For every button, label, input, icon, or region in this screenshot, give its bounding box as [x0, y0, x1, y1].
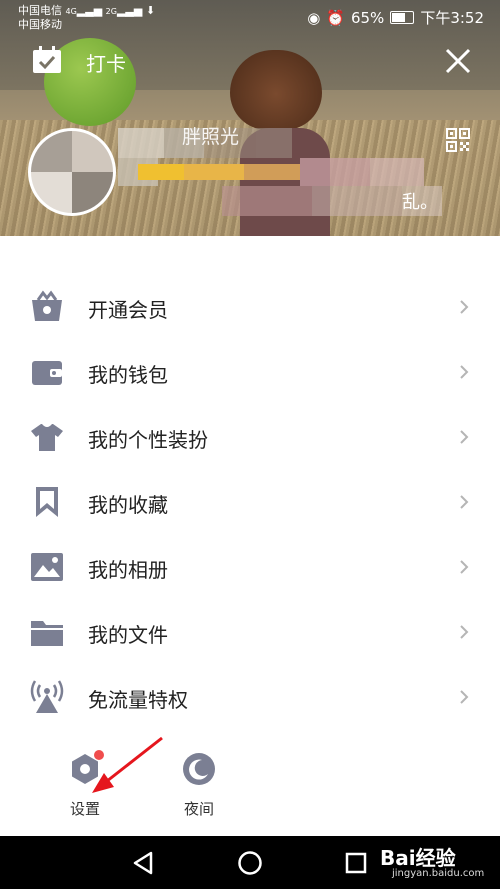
battery-icon [390, 11, 415, 24]
menu-item-wallet[interactable]: 我的钱包 [0, 341, 500, 401]
profile-header: 中国电信 4G▂▃▅ 2G▂▃▅ ⬇ 中国移动 ◉ ⏰ 65% 下午3:52 打… [0, 0, 500, 236]
tshirt-icon [31, 424, 63, 451]
close-icon[interactable] [444, 47, 472, 75]
signature: 乱。 [402, 192, 438, 213]
chevron-right-icon [460, 560, 469, 574]
chevron-right-icon [460, 430, 469, 444]
bookmark-icon [36, 487, 58, 517]
menu-item-label: 我的文件 [88, 623, 168, 647]
menu-item-label: 免流量特权 [88, 688, 188, 712]
chevron-right-icon [460, 300, 469, 314]
menu-item-label: 我的相册 [88, 558, 168, 582]
menu-item-theme[interactable]: 我的个性装扮 [0, 406, 500, 466]
eye-icon: ◉ [307, 8, 321, 27]
battery-percent: 65% [350, 8, 385, 27]
checkin-title[interactable]: 打卡 [86, 48, 126, 77]
qr-code-icon[interactable] [446, 128, 470, 152]
menu-item-favorites[interactable]: 我的收藏 [0, 471, 500, 531]
menu-item-label: 我的个性装扮 [88, 428, 208, 452]
chevron-right-icon [460, 690, 469, 704]
annotation-arrow [92, 736, 163, 793]
watermark-url: jingyan.baidu.com [392, 868, 485, 879]
avatar[interactable] [28, 128, 116, 216]
chevron-right-icon [460, 495, 469, 509]
wallet-icon [32, 361, 62, 385]
chevron-right-icon [460, 625, 469, 639]
vip-basket-icon [32, 290, 62, 321]
menu-item-album[interactable]: 我的相册 [0, 536, 500, 596]
recents-icon[interactable] [345, 852, 367, 874]
menu-item-label: 我的钱包 [88, 363, 168, 387]
signal-tower-icon [30, 680, 64, 713]
alarm-icon: ⏰ [326, 8, 345, 27]
night-mode-button[interactable]: 夜间 [164, 750, 234, 820]
carrier-info: 中国电信 4G▂▃▅ 2G▂▃▅ ⬇ 中国移动 [18, 4, 156, 31]
status-right: ◉ ⏰ 65% 下午3:52 [307, 7, 484, 28]
night-label: 夜间 [183, 800, 214, 818]
menu-item-vip[interactable]: 开通会员 [0, 276, 500, 336]
menu-item-label: 我的收藏 [88, 493, 168, 517]
chevron-right-icon [460, 365, 469, 379]
moon-icon [183, 753, 215, 785]
nickname: 胖照光 [182, 126, 240, 148]
menu-item-free-data[interactable]: 免流量特权 [0, 666, 500, 726]
menu-item-label: 开通会员 [88, 298, 168, 322]
status-bar: 中国电信 4G▂▃▅ 2G▂▃▅ ⬇ 中国移动 ◉ ⏰ 65% 下午3:52 [0, 0, 500, 34]
settings-label: 设置 [69, 800, 100, 818]
back-icon[interactable] [132, 851, 154, 875]
home-icon[interactable] [237, 850, 263, 876]
photo-icon [31, 553, 63, 581]
menu-item-files[interactable]: 我的文件 [0, 601, 500, 661]
folder-icon [31, 621, 63, 646]
clock: 下午3:52 [420, 9, 484, 27]
checkin-calendar-icon[interactable] [32, 46, 62, 74]
watermark-brand: Bai经验 [380, 846, 456, 870]
